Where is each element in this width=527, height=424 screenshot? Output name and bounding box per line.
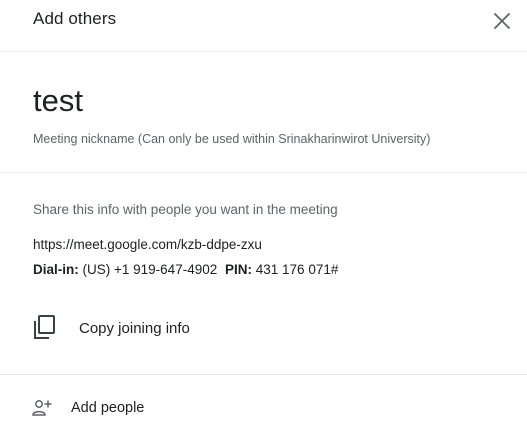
dial-in-label: Dial-in: bbox=[33, 262, 79, 277]
add-people-button[interactable]: Add people bbox=[20, 395, 220, 423]
copy-icon bbox=[32, 314, 56, 340]
close-button[interactable] bbox=[490, 9, 514, 33]
add-people-label: Add people bbox=[71, 400, 145, 416]
meeting-nickname: test bbox=[33, 83, 83, 118]
copy-joining-info-button[interactable]: Copy joining info bbox=[20, 306, 320, 350]
dial-in-number[interactable]: (US) +1 919-647-4902 bbox=[83, 262, 218, 277]
add-others-dialog: Add others test Meeting nickname (Can on… bbox=[0, 0, 527, 424]
close-icon bbox=[494, 13, 510, 29]
pin-label: PIN: bbox=[225, 262, 252, 277]
add-person-icon bbox=[32, 399, 52, 417]
dialog-title: Add others bbox=[33, 9, 117, 28]
meeting-info-section: test Meeting nickname (Can only be used … bbox=[0, 53, 527, 173]
divider bbox=[0, 374, 527, 375]
dial-in-line: Dial-in: (US) +1 919-647-4902 PIN: 431 1… bbox=[33, 262, 338, 277]
share-hint-text: Share this info with people you want in … bbox=[33, 202, 338, 217]
meeting-nickname-caption: Meeting nickname (Can only be used withi… bbox=[33, 132, 431, 146]
pin-value: 431 176 071# bbox=[255, 262, 339, 277]
meeting-link[interactable]: https://meet.google.com/kzb-ddpe-zxu bbox=[33, 237, 262, 252]
dialog-header: Add others bbox=[0, 0, 527, 52]
copy-joining-info-label: Copy joining info bbox=[79, 320, 190, 337]
